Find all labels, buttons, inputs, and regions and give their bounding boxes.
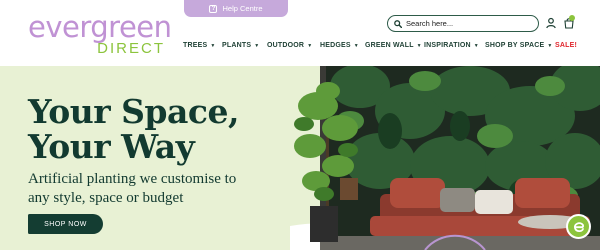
caret-down-icon: ▼ — [210, 42, 216, 49]
chat-logo-icon — [573, 221, 584, 232]
hero-subtitle: Artificial planting we customise to any … — [28, 171, 237, 206]
cart-count-badge — [569, 15, 575, 21]
caret-down-icon: ▼ — [473, 42, 479, 49]
main-nav: TREES ▼ PLANTS ▼ OUTDOOR ▼ HEDGES ▼ GREEN WA… — [183, 42, 577, 49]
search-box[interactable] — [387, 15, 539, 32]
logo-subtitle: DIRECT — [97, 40, 165, 57]
nav-item-inspiration[interactable]: INSPIRATION ▼ — [424, 42, 485, 49]
search-icon — [394, 19, 402, 28]
search-input[interactable] — [406, 19, 526, 28]
nav-item-outdoor[interactable]: OUTDOOR ▼ — [267, 42, 320, 49]
nav-item-sale[interactable]: SALE! — [555, 42, 577, 49]
caret-down-icon: ▼ — [353, 42, 359, 49]
nav-item-hedges[interactable]: HEDGES ▼ — [320, 42, 365, 49]
nav-item-shop-by-space[interactable]: SHOP BY SPACE ▼ — [485, 42, 555, 49]
help-centre-label: Help Centre — [222, 4, 263, 13]
shop-now-button[interactable]: SHOP NOW — [28, 214, 103, 234]
logo-wordmark: evergreen — [28, 10, 172, 44]
caret-down-icon: ▼ — [307, 42, 313, 49]
hero-title: Your Space, Your Way — [28, 92, 239, 166]
caret-down-icon: ▼ — [547, 42, 553, 49]
chat-widget-button[interactable] — [566, 214, 591, 239]
user-icon[interactable] — [545, 17, 557, 29]
nav-item-plants[interactable]: PLANTS ▼ — [222, 42, 267, 49]
question-icon: ? — [209, 4, 218, 13]
help-centre-tab[interactable]: ? Help Centre — [184, 0, 288, 17]
evergreen-direct-logo[interactable]: evergreen DIRECT — [28, 11, 172, 57]
hero-image-living-wall — [290, 66, 600, 250]
nav-item-trees[interactable]: TREES ▼ — [183, 42, 222, 49]
hero-banner: Your Space, Your Way Artificial planting… — [0, 66, 600, 250]
nav-item-green-wall[interactable]: GREEN WALL ▼ — [365, 42, 424, 49]
caret-down-icon: ▼ — [416, 42, 422, 49]
caret-down-icon: ▼ — [254, 42, 260, 49]
